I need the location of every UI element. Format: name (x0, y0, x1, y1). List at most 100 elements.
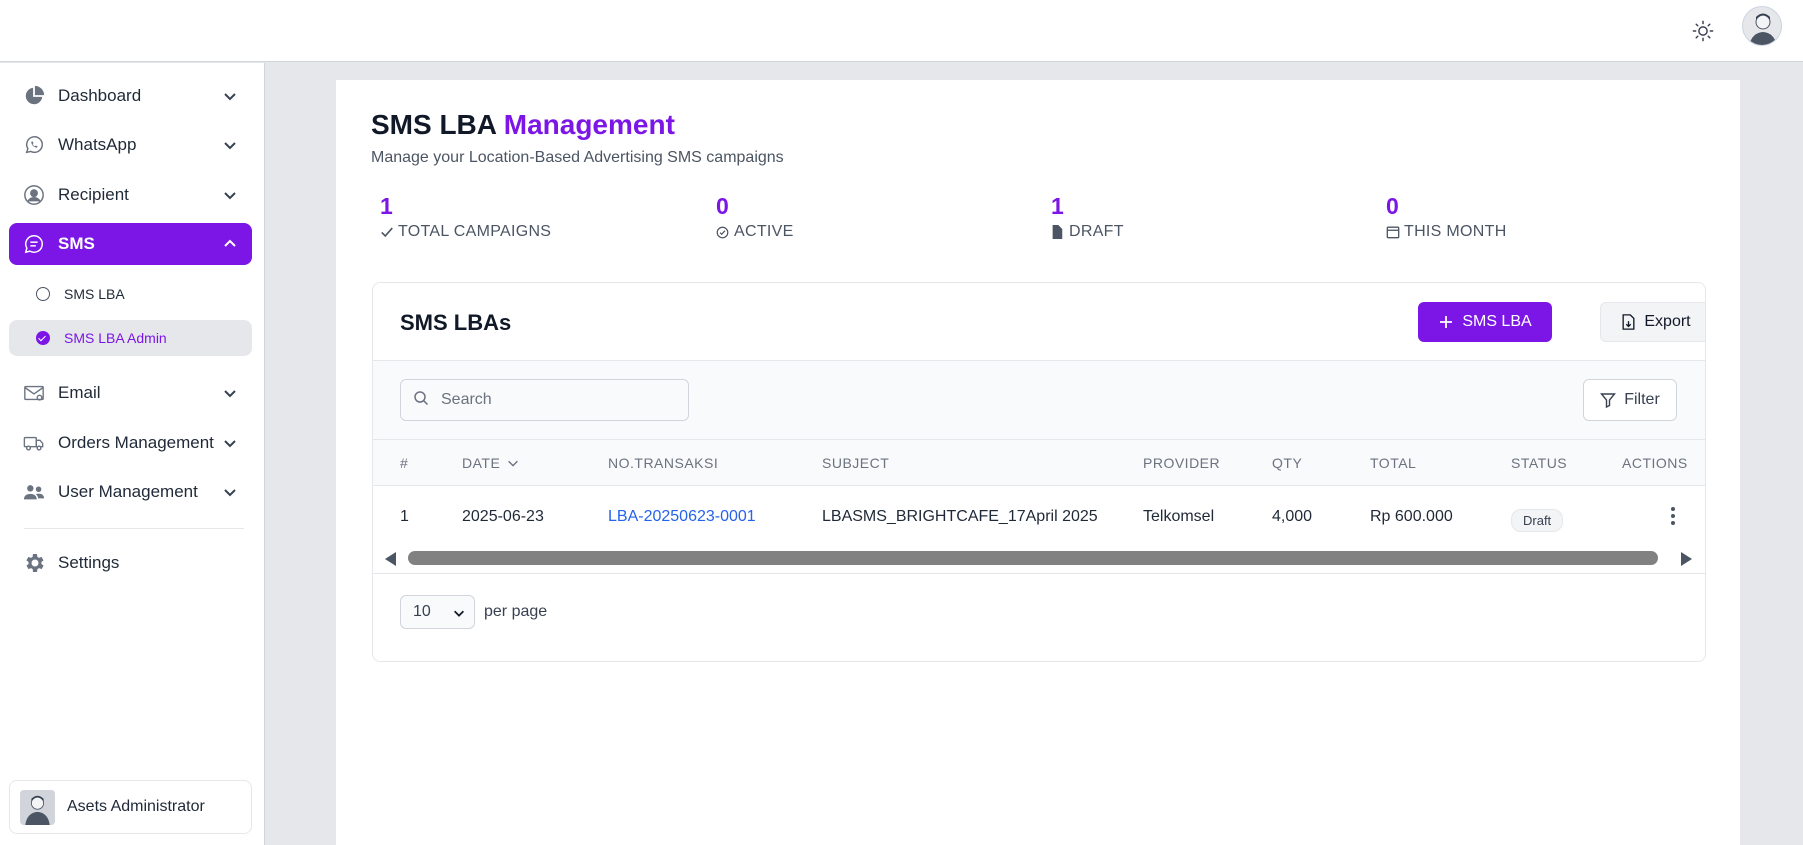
chevron-down-icon (224, 440, 236, 448)
chevron-up-icon (224, 239, 236, 247)
column-header-qty: QTY (1272, 455, 1303, 471)
export-label: Export (1644, 313, 1691, 330)
page-title: SMS LBA Management (371, 109, 675, 141)
gear-icon (22, 551, 46, 575)
column-header-subject: SUBJECT (822, 455, 890, 471)
sidebar-item-label: WhatsApp (58, 135, 137, 154)
chevron-down-icon (224, 93, 236, 101)
scrollbar-thumb[interactable] (408, 551, 1658, 565)
cell-qty: 4,000 (1272, 508, 1313, 525)
table-divider (373, 573, 1705, 574)
sidebar-subitem-sms-lba-admin[interactable]: SMS LBA Admin (9, 320, 252, 356)
document-icon (1051, 225, 1065, 239)
calendar-icon (1386, 225, 1400, 239)
search-box[interactable] (400, 379, 689, 421)
row-actions-kebab-icon[interactable] (1663, 504, 1683, 528)
filter-label: Filter (1624, 391, 1660, 408)
sidebar-subitem-sms-lba[interactable]: SMS LBA (9, 276, 252, 312)
sidebar-user-card[interactable]: Asets Administrator (9, 780, 252, 834)
cell-date: 2025-06-23 (462, 508, 544, 525)
add-sms-lba-button[interactable]: SMS LBA (1418, 302, 1552, 342)
per-page-select[interactable]: 10 (400, 595, 475, 629)
scroll-left-arrow-icon[interactable] (385, 552, 396, 566)
stat-draft: 1 DRAFT (1051, 193, 1351, 241)
check-circle-icon (36, 331, 50, 345)
column-header-status: STATUS (1511, 455, 1568, 471)
filter-button[interactable]: Filter (1583, 379, 1677, 421)
page-title-main: SMS LBA (371, 109, 496, 140)
chevron-down-icon (224, 142, 236, 150)
radio-dot-icon (36, 287, 50, 301)
table-toolbar: Filter (373, 361, 1705, 440)
stat-this-month: 0 THIS MONTH (1386, 193, 1686, 241)
sidebar-item-label: Dashboard (58, 86, 142, 105)
sidebar-item-email[interactable]: Email (9, 372, 252, 414)
scroll-right-arrow-icon[interactable] (1681, 552, 1692, 566)
sidebar-subitem-label: SMS LBA Admin (64, 330, 167, 346)
sidebar-item-label: User Management (58, 482, 198, 501)
stat-label: ACTIVE (716, 223, 1016, 241)
page-subtitle: Manage your Location-Based Advertising S… (371, 149, 784, 166)
column-header-label: DATE (462, 455, 501, 471)
sidebar-item-orders-management[interactable]: Orders Management (9, 422, 252, 464)
file-export-icon (1621, 314, 1636, 330)
user-name: Asets Administrator (67, 798, 205, 815)
sidebar-item-label: Settings (58, 553, 120, 572)
per-page-control: 10 per page (400, 595, 547, 629)
cell-no: 1 (400, 508, 409, 525)
stat-value: 0 (716, 193, 729, 219)
sidebar-item-recipient[interactable]: Recipient (9, 174, 252, 216)
top-bar (0, 0, 1803, 62)
avatar (20, 789, 55, 825)
column-header-actions: ACTIONS (1622, 455, 1688, 471)
sms-lba-card: SMS LBAs SMS LBA Export Filter # (372, 282, 1706, 662)
sidebar-item-dashboard[interactable]: Dashboard (9, 75, 252, 117)
stat-label: TOTAL CAMPAIGNS (380, 223, 680, 241)
chat-bubble-icon (22, 232, 46, 256)
card-header: SMS LBAs SMS LBA Export (373, 283, 1705, 361)
stat-value: 0 (1386, 193, 1399, 219)
sidebar-item-settings[interactable]: Settings (9, 542, 252, 584)
page-title-accent: Management (503, 109, 675, 140)
search-input[interactable] (441, 391, 671, 409)
whatsapp-icon (22, 133, 46, 157)
add-sms-lba-label: SMS LBA (1462, 313, 1532, 330)
sidebar: Dashboard WhatsApp Recipient SMS SMS LBA… (0, 63, 265, 845)
user-avatar[interactable] (1742, 6, 1782, 46)
card-title: SMS LBAs (400, 310, 512, 335)
sidebar-item-sms[interactable]: SMS (9, 223, 252, 265)
status-badge: Draft (1511, 509, 1564, 532)
cell-provider: Telkomsel (1143, 508, 1215, 525)
stat-value: 1 (380, 193, 393, 219)
export-button[interactable]: Export (1600, 302, 1705, 342)
per-page-value: 10 (413, 603, 431, 620)
column-header-provider: PROVIDER (1143, 455, 1221, 471)
stat-label: DRAFT (1051, 223, 1351, 241)
check-icon (380, 225, 394, 239)
cell-total: Rp 600.000 (1370, 508, 1453, 525)
sidebar-item-whatsapp[interactable]: WhatsApp (9, 124, 252, 166)
sun-icon[interactable] (1689, 17, 1717, 45)
cell-transaksi-link[interactable]: LBA-20250623-0001 (608, 508, 756, 526)
plus-icon (1438, 314, 1454, 330)
sidebar-item-label: Recipient (58, 185, 129, 204)
horizontal-scrollbar[interactable] (373, 548, 1705, 568)
column-header-no: # (400, 455, 409, 471)
sidebar-divider (24, 528, 244, 529)
user-circle-icon (22, 183, 46, 207)
column-header-date[interactable]: DATE (462, 455, 520, 471)
pie-chart-icon (22, 84, 46, 108)
chevron-down-icon (224, 390, 236, 398)
chevron-down-icon (224, 192, 236, 200)
stat-label-text: TOTAL CAMPAIGNS (398, 223, 552, 240)
stat-label-text: THIS MONTH (1404, 223, 1507, 240)
sidebar-item-label: Orders Management (58, 433, 214, 452)
stat-label-text: ACTIVE (734, 223, 794, 240)
sort-chevron-down-icon (508, 460, 519, 467)
filter-icon (1600, 392, 1617, 408)
stat-total-campaigns: 1 TOTAL CAMPAIGNS (380, 193, 680, 241)
truck-icon (22, 431, 46, 455)
stat-label: THIS MONTH (1386, 223, 1686, 241)
chevron-down-icon (454, 610, 464, 617)
sidebar-item-user-management[interactable]: User Management (9, 471, 252, 513)
